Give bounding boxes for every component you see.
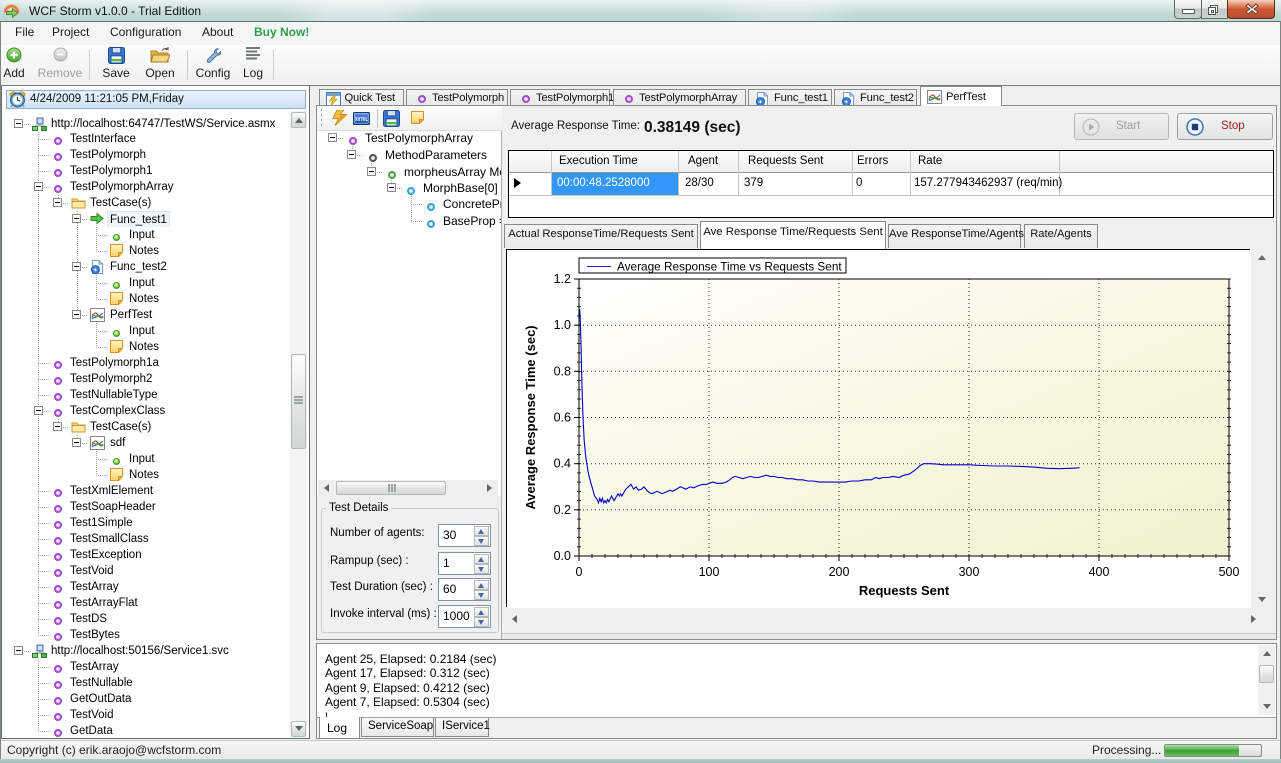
svg-text:Average Response Time vs Reque: Average Response Time vs Requests Sent bbox=[617, 260, 842, 274]
svg-text:0.2: 0.2 bbox=[554, 503, 571, 517]
svg-text:500: 500 bbox=[1219, 565, 1240, 579]
svg-text:1.0: 1.0 bbox=[554, 318, 571, 332]
svg-text:200: 200 bbox=[829, 565, 850, 579]
svg-text:XHTML: XHTML bbox=[355, 117, 368, 123]
svg-text:300: 300 bbox=[959, 565, 980, 579]
svg-text:400: 400 bbox=[1089, 565, 1110, 579]
svg-text:0.0: 0.0 bbox=[554, 549, 571, 563]
svg-text:0: 0 bbox=[576, 565, 583, 579]
svg-text:Average Response Time (sec): Average Response Time (sec) bbox=[523, 325, 538, 509]
svg-text:0.4: 0.4 bbox=[554, 457, 571, 471]
svg-text:Requests Sent: Requests Sent bbox=[859, 583, 950, 598]
svg-text:0.6: 0.6 bbox=[554, 411, 571, 425]
svg-text:0.8: 0.8 bbox=[554, 364, 571, 378]
svg-text:1.2: 1.2 bbox=[554, 272, 571, 286]
svg-text:100: 100 bbox=[699, 565, 720, 579]
